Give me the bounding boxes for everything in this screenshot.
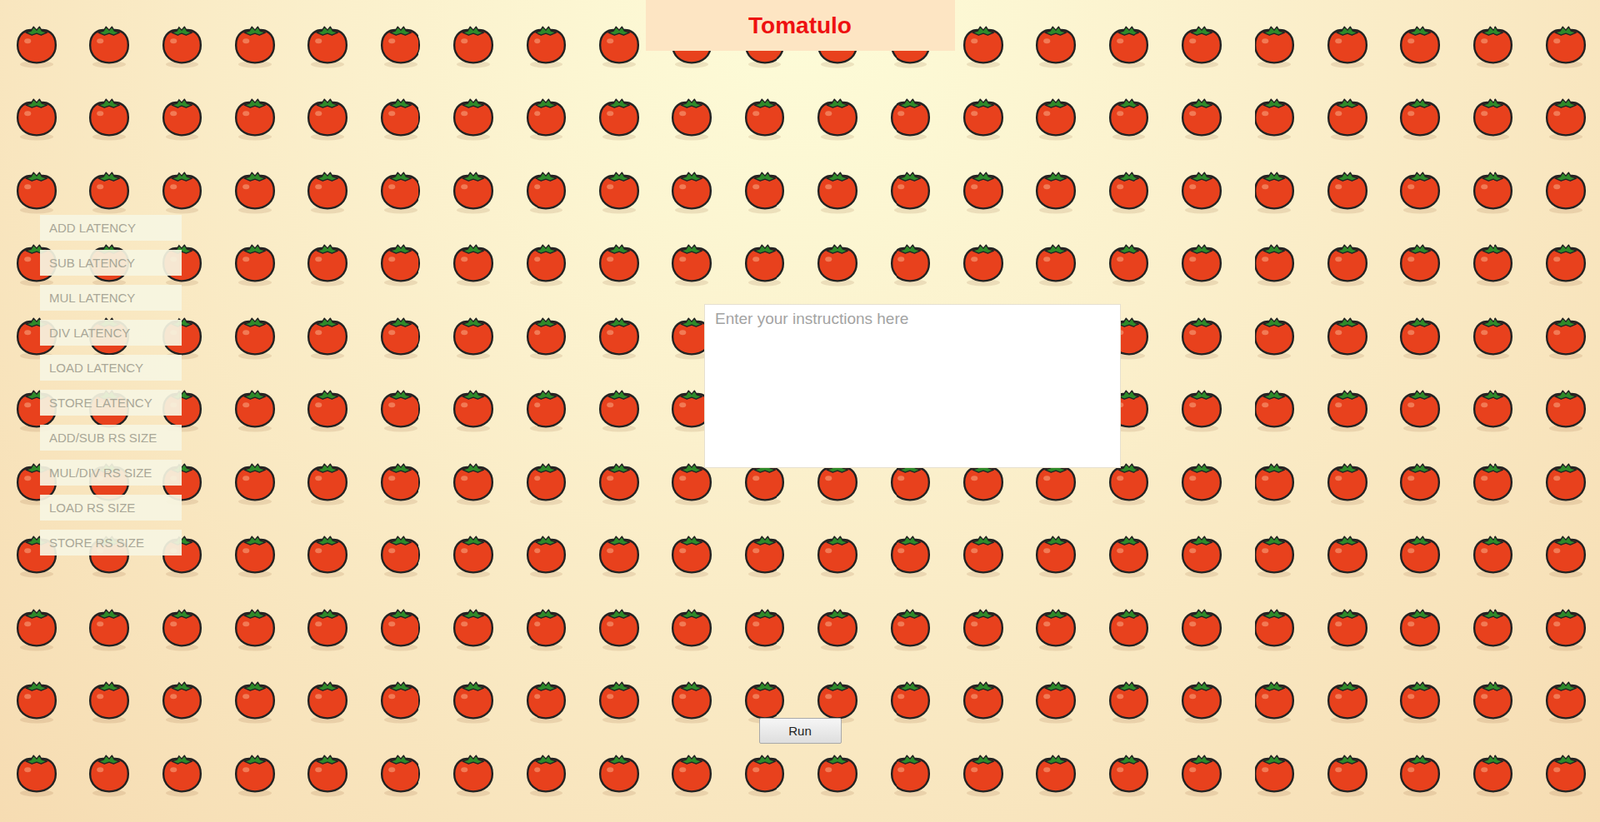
run-button[interactable]: Run	[759, 718, 842, 745]
setting-field[interactable]	[40, 285, 182, 311]
app-window: Tomatulo Run	[0, 0, 1600, 822]
app-title: Tomatulo	[748, 12, 852, 40]
setting-field[interactable]	[40, 355, 182, 381]
setting-field[interactable]	[40, 250, 182, 276]
setting-field[interactable]	[40, 460, 182, 486]
setting-field[interactable]	[40, 530, 182, 556]
setting-field[interactable]	[40, 390, 182, 416]
setting-field[interactable]	[40, 215, 182, 241]
main-area	[0, 50, 1600, 556]
setting-field[interactable]	[40, 425, 182, 451]
button-row: Run	[0, 718, 1600, 745]
title-bar: Tomatulo	[645, 0, 955, 51]
setting-field[interactable]	[40, 495, 182, 521]
instructions-input[interactable]	[704, 304, 1121, 469]
setting-field[interactable]	[40, 320, 182, 346]
settings-list	[40, 215, 182, 556]
